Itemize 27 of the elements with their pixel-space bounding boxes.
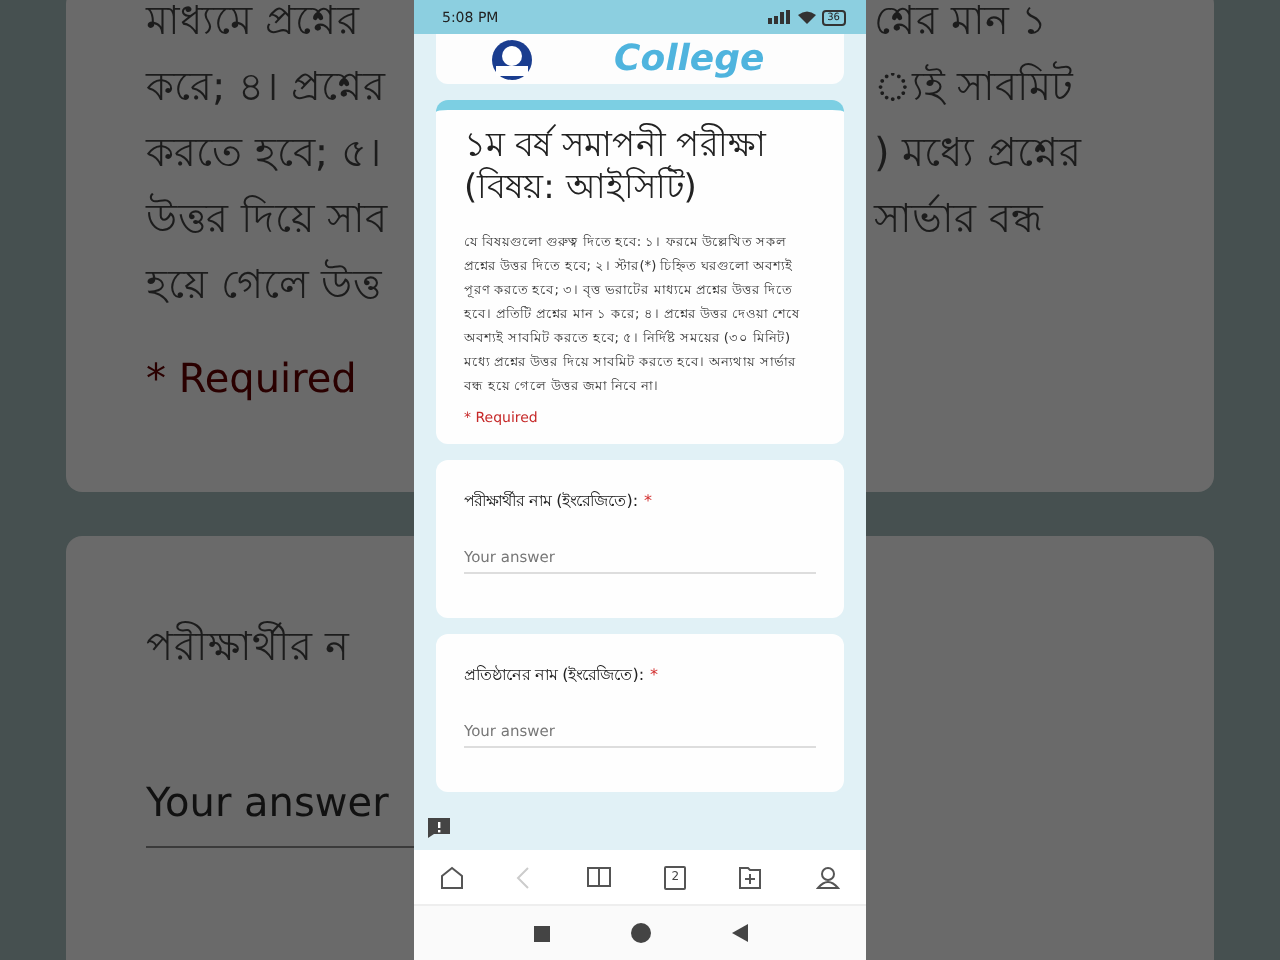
backdrop-text: সার্ভার বন্ধ <box>874 192 1046 246</box>
required-asterisk: * <box>650 666 659 684</box>
backdrop-text: উত্তর দিয়ে সাব <box>146 191 390 246</box>
form-title: ১ম বর্ষ সমাপনী পরীক্ষা (বিষয়: আইসিটি) <box>464 126 769 210</box>
backdrop-text: হয়ে গেলে উত্ত <box>146 257 384 312</box>
backdrop-text: মাধ্যমে প্রশ্নের <box>146 0 362 48</box>
home-circle-icon[interactable] <box>629 922 651 944</box>
backdrop-text: ্যই সাবমিট <box>874 59 1076 114</box>
backdrop-text: শ্নের মান ১ <box>874 0 1050 48</box>
profile-icon[interactable] <box>815 865 840 889</box>
backdrop-question-label: পরীক্ষার্থীর ন <box>146 619 352 674</box>
feedback-icon[interactable] <box>428 818 450 838</box>
recents-icon[interactable] <box>533 925 549 941</box>
question-label: প্রতিষ্ঠানের নাম (ইংরেজিতে): <box>464 663 645 688</box>
book-icon[interactable] <box>585 866 612 888</box>
question-label: পরীক্ষার্থীর নাম (ইংরেজিতে): <box>464 489 639 514</box>
backdrop-text: করতে হবে; ৫। <box>146 126 383 180</box>
backdrop-required-note: * Required <box>146 354 359 402</box>
required-asterisk: * <box>644 492 653 510</box>
backdrop-text: করে; ৪। প্রশ্নের <box>146 60 388 114</box>
home-icon[interactable] <box>440 865 465 889</box>
signal-icon <box>767 10 792 24</box>
college-logo-text: College <box>614 38 765 80</box>
folder-plus-icon[interactable] <box>738 865 763 889</box>
backdrop-text: ) মধ্যে প্রশ্নের <box>874 126 1084 180</box>
back-triangle-icon[interactable] <box>731 924 747 942</box>
wifi-icon <box>797 10 816 24</box>
